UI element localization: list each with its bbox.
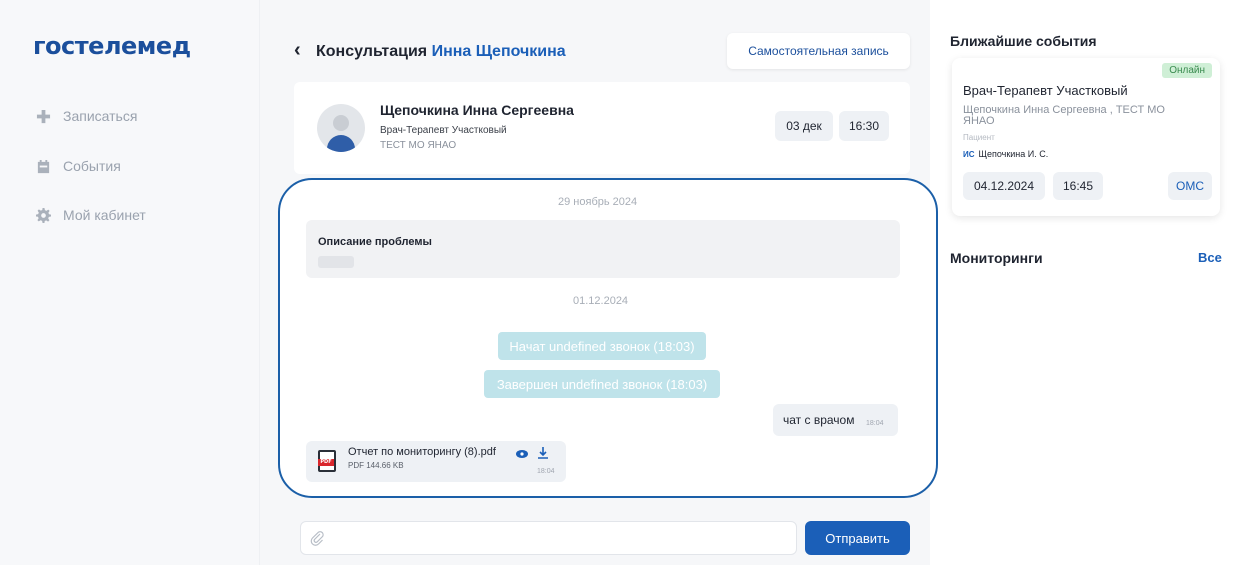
date-separator: 29 ноябрь 2024 [558,196,638,208]
event-payment-type: ОМС [1168,172,1212,200]
avatar-body [327,135,355,152]
upcoming-events-title: Ближайшие события [950,33,1097,49]
online-badge: Онлайн [1162,63,1212,78]
date-separator: 01.12.2024 [573,295,629,307]
monitoring-title: Мониторинги [950,250,1043,266]
monitoring-all-link[interactable]: Все [1198,250,1222,265]
user-message: чат с врачом 18:04 [773,404,898,436]
avatar-head [333,115,349,131]
eye-icon[interactable] [516,450,528,458]
sidebar-item-cabinet[interactable]: Мой кабинет [36,207,146,223]
page: гостелемед Записаться События Мой кабине… [0,0,1235,565]
doctor-name: Щепочкина Инна Сергеевна [380,102,574,118]
title-patient-name: Инна Щепочкина [431,43,566,60]
calendar-icon [37,159,50,173]
doctor-org: ТЕСТ МО ЯНАО [380,140,457,151]
file-name: Отчет по мониторингу (8).pdf [348,446,496,458]
event-time: 16:45 [1053,172,1103,200]
event-patient: ИС Щепочкина И. С. [963,149,1048,159]
chat-history[interactable]: 29 ноябрь 2024 Описание проблемы 01.12.2… [278,178,938,498]
pdf-icon-label: PDF [318,459,334,466]
avatar [317,104,365,152]
download-icon[interactable] [537,447,549,460]
title-prefix: Консультация [316,43,428,60]
sidebar-item-label: События [63,158,121,174]
system-message: Завершен undefined звонок (18:03) [484,370,720,398]
message-text: чат с врачом [783,413,855,427]
sidebar-item-book[interactable]: Записаться [36,108,137,124]
send-button[interactable]: Отправить [805,521,910,555]
sidebar-item-label: Мой кабинет [63,207,146,223]
message-input[interactable] [335,524,790,552]
doctor-card: Щепочкина Инна Сергеевна Врач-Терапевт У… [294,82,910,174]
problem-text-placeholder [318,256,354,268]
event-card[interactable]: Онлайн Врач-Терапевт Участковый Щепочкин… [952,58,1220,216]
doctor-role: Врач-Терапевт Участковый [380,125,507,136]
message-composer [300,521,797,555]
plus-icon [36,109,51,123]
file-message[interactable]: PDF Отчет по мониторингу (8).pdf PDF 144… [306,441,566,482]
sidebar-item-label: Записаться [63,108,138,124]
file-meta: PDF 144.66 KB [348,461,404,470]
page-title: Консультация Инна Щепочкина [316,43,566,61]
event-date: 04.12.2024 [963,172,1045,200]
pdf-file-icon: PDF [318,450,336,472]
message-time: 18:04 [537,468,555,475]
problem-description: Описание проблемы [306,220,900,278]
logo[interactable]: гостелемед [33,32,191,60]
gear-icon [36,207,51,223]
self-record-button[interactable]: Самостоятельная запись [727,33,910,69]
patient-name: Щепочкина И. С. [978,149,1049,159]
sidebar: гостелемед Записаться События Мой кабине… [0,0,260,565]
system-message: Начат undefined звонок (18:03) [498,332,706,360]
event-subtitle: Щепочкина Инна Сергеевна , ТЕСТ МО ЯНАО [963,104,1165,127]
patient-initials: ИС [963,149,975,159]
problem-title: Описание проблемы [318,236,432,248]
back-chevron-icon[interactable]: ‹ [294,40,301,60]
appointment-date: 03 дек [775,111,833,141]
message-time: 18:04 [866,420,884,427]
paperclip-icon[interactable] [309,530,325,546]
event-title: Врач-Терапевт Участковый [963,83,1128,98]
event-role-label: Пациент [963,133,995,142]
appointment-time: 16:30 [839,111,889,141]
sidebar-item-events[interactable]: События [36,158,121,174]
